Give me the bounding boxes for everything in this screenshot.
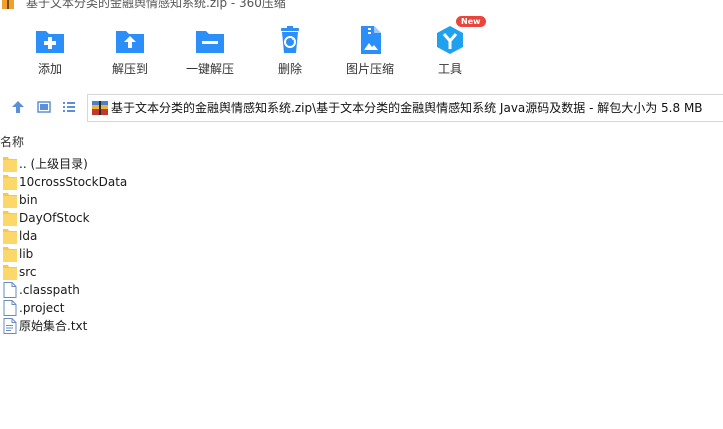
list-item[interactable]: lda [0, 227, 723, 245]
file-name: DayOfStock [19, 211, 90, 225]
file-name: 原始集合.txt [19, 319, 88, 333]
folder-icon [3, 247, 17, 262]
folder-icon [3, 157, 17, 172]
path-text: 基于文本分类的金融舆情感知系统.zip\基于文本分类的金融舆情感知系统 Java… [111, 101, 703, 115]
folder-icon [3, 265, 17, 280]
file-icon [3, 300, 17, 316]
file-name: bin [19, 193, 38, 207]
extract-to-label: 解压到 [111, 62, 148, 76]
folder-icon [3, 229, 17, 244]
file-name: lda [19, 229, 38, 243]
column-name-header[interactable]: 名称 [0, 135, 24, 149]
delete-button[interactable]: 删除 [250, 24, 330, 88]
path-field[interactable]: 基于文本分类的金融舆情感知系统.zip\基于文本分类的金融舆情感知系统 Java… [87, 94, 723, 122]
list-view-icon[interactable] [62, 100, 76, 114]
file-name: .project [19, 301, 65, 315]
file-name: src [19, 265, 37, 279]
tools-button[interactable]: New 工具 [410, 16, 490, 88]
details-view-icon[interactable] [37, 100, 51, 114]
add-button[interactable]: 添加 [10, 24, 90, 88]
list-item[interactable]: .classpath [0, 281, 723, 299]
tools-icon [437, 26, 463, 54]
image-compress-icon [361, 26, 381, 54]
list-item[interactable]: 原始集合.txt [0, 317, 723, 335]
title-bar: 基于文本分类的金融舆情感知系统.zip - 360压缩 [0, 0, 723, 14]
toolbar: 添加 解压到 一键解压 删除 图片压缩 New 工具 [0, 14, 723, 88]
window-title: 基于文本分类的金融舆情感知系统.zip - 360压缩 [26, 0, 286, 10]
folder-icon [3, 211, 17, 226]
up-arrow-icon[interactable] [11, 100, 25, 114]
recycle-bin-icon [281, 26, 299, 53]
list-item[interactable]: bin [0, 191, 723, 209]
folder-icon [3, 193, 17, 208]
address-bar: 基于文本分类的金融舆情感知系统.zip\基于文本分类的金融舆情感知系统 Java… [0, 92, 723, 122]
list-item[interactable]: src [0, 263, 723, 281]
list-item[interactable]: .. (上级目录) [0, 155, 723, 173]
list-item[interactable]: .project [0, 299, 723, 317]
image-compress-button[interactable]: 图片压缩 [330, 24, 410, 88]
list-item[interactable]: DayOfStock [0, 209, 723, 227]
one-click-extract-button[interactable]: 一键解压 [170, 24, 250, 88]
add-label: 添加 [37, 62, 62, 76]
one-click-extract-icon [196, 31, 224, 53]
file-icon [3, 282, 17, 298]
delete-label: 删除 [277, 62, 302, 76]
tools-label: 工具 [437, 62, 462, 76]
one-click-extract-label: 一键解压 [185, 62, 234, 76]
column-header: 名称 [0, 135, 723, 151]
file-name: lib [19, 247, 34, 261]
zip-archive-icon [92, 101, 108, 115]
list-item[interactable]: lib [0, 245, 723, 263]
extract-to-icon [116, 31, 144, 53]
new-badge: New [456, 16, 486, 27]
extract-to-button[interactable]: 解压到 [90, 24, 170, 88]
add-icon [36, 31, 64, 53]
text-file-icon [3, 318, 17, 334]
file-name: .classpath [19, 283, 80, 297]
list-item[interactable]: 10crossStockData [0, 173, 723, 191]
file-name: 10crossStockData [19, 175, 128, 189]
image-compress-label: 图片压缩 [345, 62, 394, 76]
zip-archive-icon [2, 0, 14, 9]
folder-icon [3, 175, 17, 190]
file-name: .. (上级目录) [19, 157, 88, 171]
